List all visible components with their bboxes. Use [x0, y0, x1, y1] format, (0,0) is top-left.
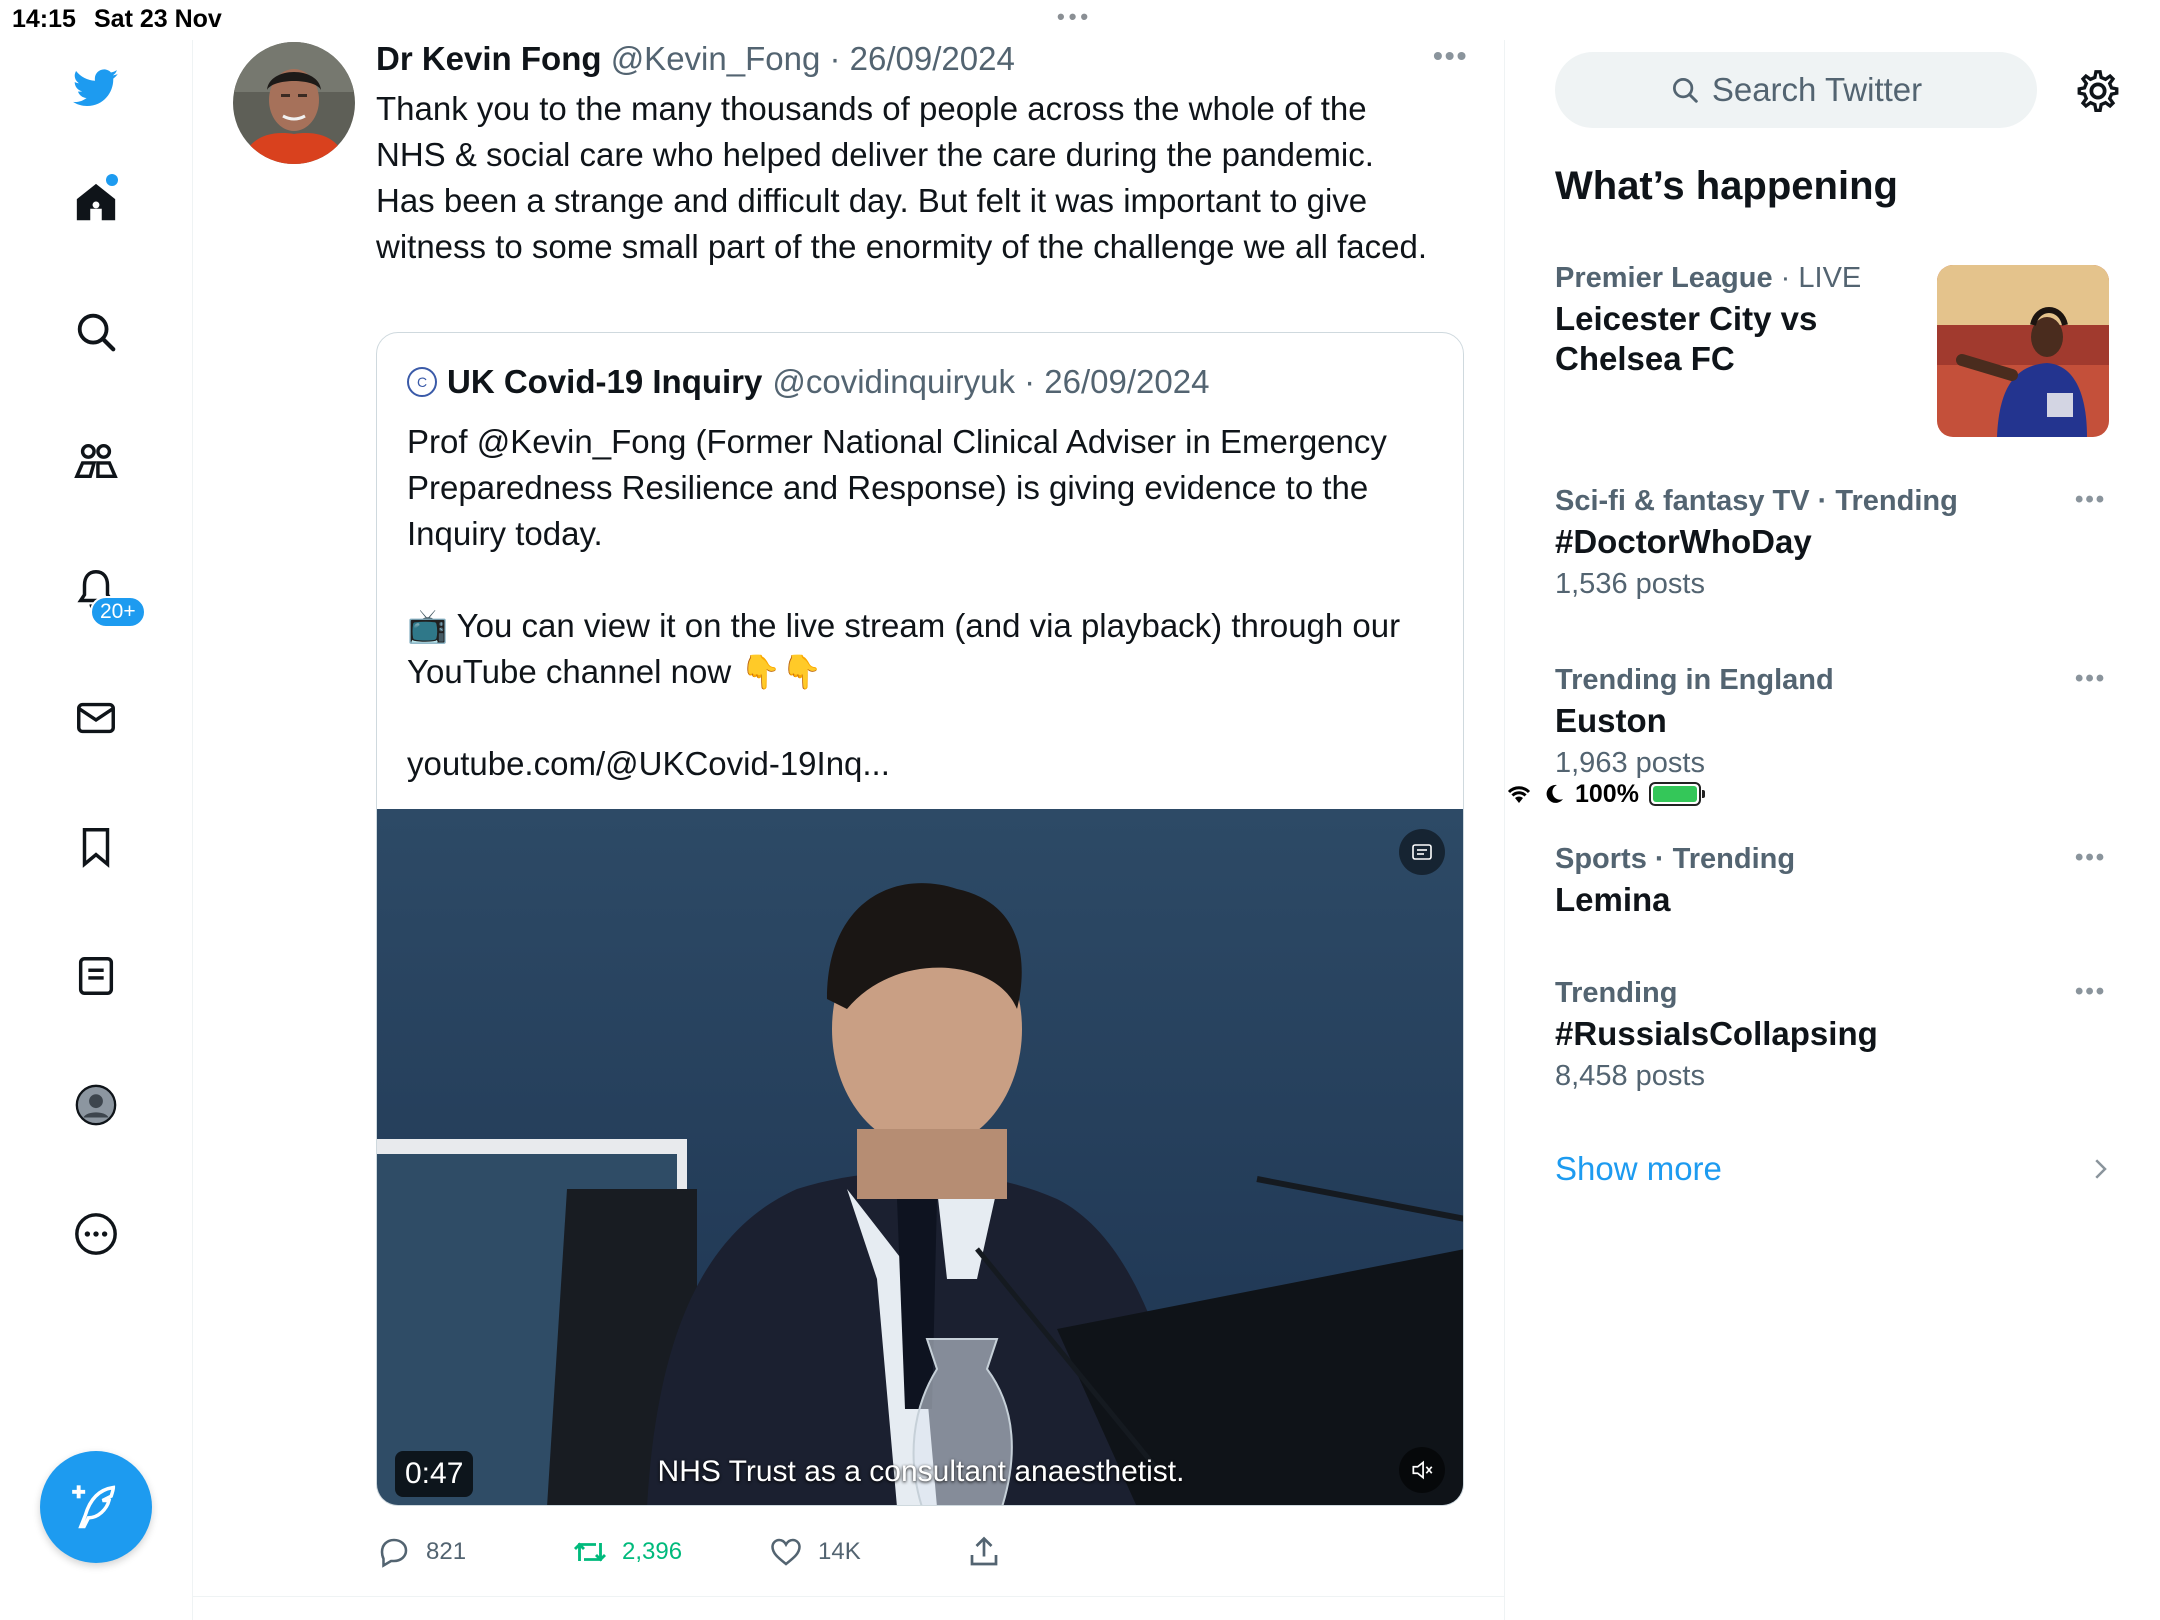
quote-author-name[interactable]: UK Covid-19 Inquiry — [447, 363, 762, 401]
trend-item[interactable]: Sci-fi & fantasy TV · Trending #DoctorWh… — [1555, 485, 2115, 601]
tweet-header: Dr Kevin Fong @Kevin_Fong · 26/09/2024 — [376, 40, 1015, 78]
search-input[interactable]: Search Twitter — [1555, 52, 2037, 128]
retweet-button[interactable]: 2,396 — [572, 1534, 682, 1570]
status-time: 14:15 — [12, 5, 76, 33]
compose-quill-icon — [72, 1485, 116, 1529]
share-icon — [970, 1536, 998, 1566]
trend-count: 1,536 posts — [1555, 568, 1705, 600]
search-icon — [1672, 78, 1698, 103]
trend-more-icon[interactable]: ••• — [2075, 665, 2106, 693]
share-button[interactable] — [966, 1534, 1002, 1570]
trend-title: #DoctorWhoDay — [1555, 523, 1812, 560]
like-count: 14K — [818, 1538, 861, 1565]
trend-context: Trending — [1555, 977, 1678, 1009]
notifications-badge: 20+ — [90, 596, 146, 628]
video-caption: NHS Trust as a consultant anaesthetist. — [657, 1455, 1185, 1488]
trend-title: #RussiaIsCollapsing — [1555, 1015, 1878, 1052]
more-icon[interactable] — [70, 1208, 122, 1260]
lists-icon[interactable] — [70, 950, 122, 1002]
whats-happening-title: What’s happening — [1555, 164, 1898, 208]
heart-icon — [771, 1538, 801, 1566]
trend-more-icon[interactable]: ••• — [2075, 486, 2106, 514]
featured-trend-image[interactable] — [1937, 265, 2109, 437]
mute-icon[interactable] — [1399, 1447, 1445, 1493]
trend-context: Trending in England — [1555, 664, 1834, 696]
tweet-divider — [193, 1596, 1505, 1597]
trend-title: Lemina — [1555, 881, 1671, 918]
tweet-text: Thank you to the many thousands of peopl… — [376, 90, 1428, 265]
right-sidebar: Search Twitter What’s happening Premier … — [1505, 40, 2160, 1620]
trend-title: Euston — [1555, 702, 1667, 739]
trend-count: 1,963 posts — [1555, 747, 1705, 779]
featured-title: Leicester City vs Chelsea FC — [1555, 300, 1818, 377]
multitasking-dots-icon[interactable]: ••• — [1057, 4, 1092, 30]
trend-count: 8,458 posts — [1555, 1060, 1705, 1092]
trend-item[interactable]: Sports · Trending Lemina — [1555, 843, 2115, 920]
alt-text-icon[interactable] — [1399, 829, 1445, 875]
bookmarks-icon[interactable] — [70, 821, 122, 873]
quote-text: Prof @Kevin_Fong (Former National Clinic… — [407, 423, 1401, 782]
twitter-logo-icon[interactable] — [70, 62, 122, 114]
search-icon[interactable] — [70, 306, 122, 358]
like-button[interactable]: 14K — [768, 1534, 861, 1570]
trend-item[interactable]: Trending in England Euston 1,963 posts — [1555, 664, 2115, 780]
status-date: Sat 23 Nov — [94, 5, 222, 33]
show-more-link[interactable]: Show more — [1555, 1150, 1722, 1188]
author-avatar[interactable] — [233, 42, 355, 164]
profile-icon[interactable] — [70, 1079, 122, 1131]
author-handle-date[interactable]: @Kevin_Fong · 26/09/2024 — [611, 40, 1015, 77]
status-bar: 14:15 Sat 23 Nov ••• 100% — [0, 0, 2160, 808]
trend-context: Sports · Trending — [1555, 843, 1796, 875]
featured-live: · LIVE — [1772, 262, 1862, 294]
search-placeholder: Search Twitter — [1711, 71, 1923, 108]
chevron-right-icon[interactable] — [2085, 1154, 2115, 1184]
quoted-tweet[interactable]: C UK Covid-19 Inquiry @covidinquiryuk · … — [376, 332, 1464, 1506]
retweet-icon — [573, 1542, 607, 1562]
reply-button[interactable]: 821 — [376, 1534, 466, 1570]
author-name[interactable]: Dr Kevin Fong — [376, 40, 602, 77]
quote-author-handle-date[interactable]: @covidinquiryuk · 26/09/2024 — [772, 363, 1209, 401]
trend-item[interactable]: Trending #RussiaIsCollapsing 8,458 posts — [1555, 977, 2115, 1093]
video-player[interactable]: 0:47 NHS Trust as a consultant anaesthet… — [377, 809, 1463, 1505]
inquiry-logo-icon: C — [407, 367, 437, 397]
retweet-count: 2,396 — [622, 1538, 683, 1565]
left-navigation: 20+ — [0, 40, 193, 1620]
quote-header: C UK Covid-19 Inquiry @covidinquiryuk · … — [407, 363, 1209, 401]
trend-more-icon[interactable]: ••• — [2075, 844, 2106, 872]
home-new-dot — [106, 174, 118, 186]
messages-icon[interactable] — [70, 692, 122, 744]
video-frame — [377, 809, 1463, 1505]
tweet-more-icon[interactable]: ••• — [1433, 40, 1468, 72]
trend-more-icon[interactable]: ••• — [2075, 978, 2106, 1006]
compose-tweet-button[interactable] — [40, 1451, 152, 1563]
reply-icon — [380, 1538, 408, 1568]
communities-icon[interactable] — [70, 435, 122, 487]
gear-icon[interactable] — [2073, 66, 2123, 116]
trend-context: Sci-fi & fantasy TV · Trending — [1555, 485, 1958, 517]
tweet-actions: 821 2,396 14K — [376, 1534, 1436, 1584]
reply-count: 821 — [426, 1538, 467, 1565]
main-timeline: Dr Kevin Fong @Kevin_Fong · 26/09/2024 •… — [193, 40, 1505, 1620]
featured-context: Premier League — [1555, 262, 1773, 294]
